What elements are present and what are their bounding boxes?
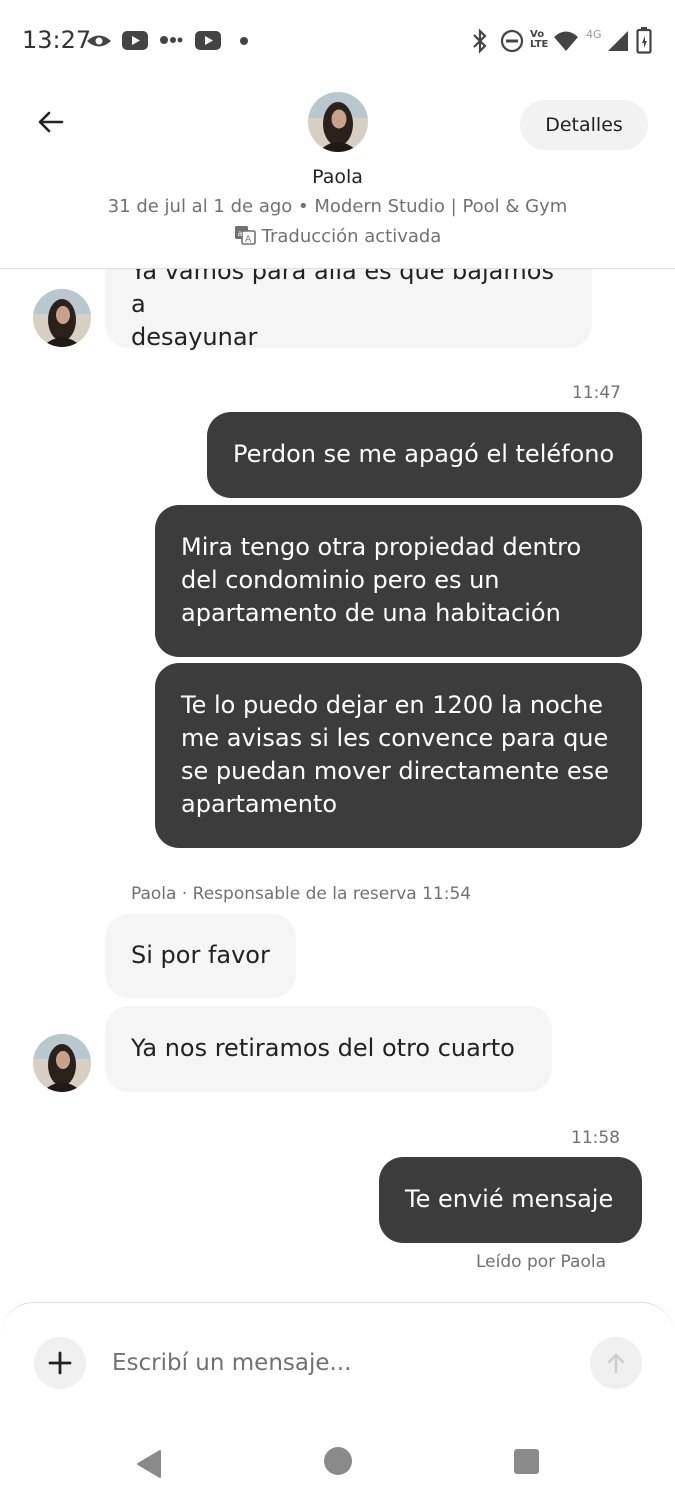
message-line: desayunar [131,323,258,351]
wifi-icon [554,31,578,51]
message-line: Te lo puedo dejar en 1200 la noche [181,691,603,719]
incoming-message-bubble: Ya vamos para allá es que bajamos a desa… [105,269,592,351]
guest-avatar[interactable] [33,289,91,347]
translation-label: Traducción activada [261,226,442,247]
message-sender-meta: Paola · Responsable de la reserva 11:54 [131,884,471,904]
conversation-header: Paola 31 de jul al 1 de ago • Modern Stu… [0,80,675,269]
incoming-message-bubble: Si por favor [105,914,296,998]
signal-4g-icon [608,31,628,51]
message-input[interactable] [104,1337,590,1389]
message-line: me avisas si les convence para que [181,724,609,752]
youtube-icon [195,31,221,50]
details-button[interactable]: Detalles [520,100,648,150]
status-time: 13:27 [22,26,92,54]
nav-home-icon[interactable] [324,1447,352,1475]
do-not-disturb-icon [500,29,524,53]
send-button[interactable] [590,1337,642,1389]
message-thread[interactable]: Ya vamos para allá es que bajamos a desa… [0,269,675,1304]
svg-text:a: a [237,229,242,238]
message-timestamp: 11:54 [422,884,472,904]
outgoing-message-bubble: Mira tengo otra propiedad dentro del con… [155,505,642,657]
translation-status[interactable]: A a Traducción activada [0,225,675,247]
battery-icon [636,27,652,54]
read-receipt: Leído por Paola [476,1252,606,1272]
message-line: Ya vamos para allá es que bajamos a [131,269,554,318]
nav-back-icon[interactable] [134,1449,164,1479]
sender-label: Paola · Responsable de la reserva [131,884,417,904]
back-arrow-button[interactable] [30,100,74,144]
message-line: Mira tengo otra propiedad dentro [181,533,582,561]
message-line: se puedan mover directamente ese [181,757,609,785]
outgoing-message-bubble: Te envié mensaje [379,1157,642,1243]
message-line: apartamento de una habitación [181,599,561,627]
message-line: del condominio pero es un [181,566,500,594]
eye-icon [87,35,111,47]
nav-recents-icon[interactable] [514,1449,539,1474]
add-attachment-button[interactable] [34,1337,86,1389]
outgoing-message-bubble: Perdon se me apagó el teléfono [207,412,642,498]
message-timestamp: 11:58 [571,1128,620,1148]
network-type: 4G [586,28,602,41]
translate-icon: A a [234,226,256,245]
plus-icon [48,1351,72,1375]
guest-avatar[interactable] [33,1034,91,1092]
youtube-icon [122,31,148,50]
message-timestamp: 11:47 [572,383,621,403]
dot-icon [240,37,248,45]
trip-info: 31 de jul al 1 de ago • Modern Studio | … [107,196,568,217]
host-avatar[interactable] [308,92,368,152]
bluetooth-icon [473,28,487,54]
more-dots-icon [160,36,183,44]
status-bar: 13:27 Vo LTE 4G [0,0,675,80]
message-composer [0,1302,675,1501]
outgoing-message-bubble: Te lo puedo dejar en 1200 la noche me av… [155,663,642,848]
volte-icon: Vo LTE [530,29,549,50]
host-name: Paola [312,166,363,188]
arrow-up-icon [607,1353,625,1374]
svg-text:A: A [245,235,252,245]
message-line: apartamento [181,790,338,818]
incoming-message-bubble: Ya nos retiramos del otro cuarto [105,1006,552,1092]
